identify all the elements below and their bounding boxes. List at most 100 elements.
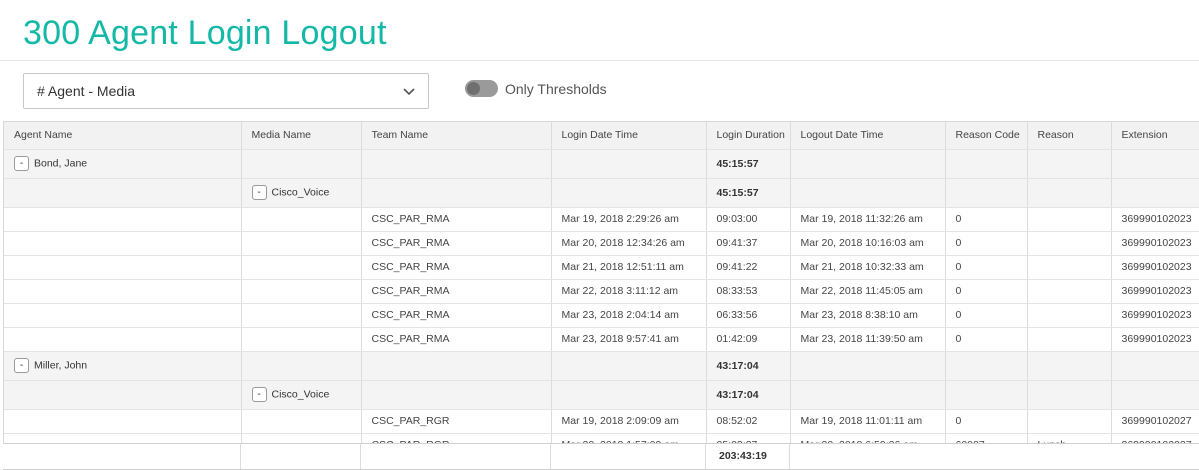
reason-code-cell: 0 [945, 327, 1028, 352]
team-name-cell: CSC_PAR_RGR [361, 409, 552, 434]
page-title: 300 Agent Login Logout [23, 14, 387, 52]
reason-cell [1027, 279, 1112, 304]
report-grid[interactable]: Agent Name Media Name Team Name Login Date … [3, 121, 1199, 470]
reason-cell [1027, 207, 1112, 232]
table-cell [361, 178, 552, 208]
column-header[interactable]: Login Duration [706, 122, 791, 150]
table-cell [4, 380, 242, 410]
login-time-cell: Mar 23, 2018 2:04:14 am [551, 303, 707, 328]
column-header[interactable]: Logout Date Time [790, 122, 946, 150]
table-cell [4, 255, 242, 280]
table-cell [551, 149, 707, 179]
login-duration-cell: 09:41:37 [706, 231, 791, 256]
table-cell [241, 327, 362, 352]
extension-cell: 369990102027 [1111, 409, 1199, 434]
media-group-row[interactable]: - Cisco_Voice 43:17:04 [4, 380, 1199, 410]
reason-code-cell: 0 [945, 255, 1028, 280]
table-cell [4, 303, 242, 328]
footer-cell [241, 444, 361, 469]
reason-cell [1027, 231, 1112, 256]
login-time-cell: Mar 23, 2018 9:57:41 am [551, 327, 707, 352]
table-cell [1027, 351, 1112, 381]
agent-group-row[interactable]: - Bond, Jane 45:15:57 [4, 149, 1199, 179]
minus-icon[interactable]: - [14, 156, 29, 171]
table-row[interactable]: CSC_PAR_RMA Mar 20, 2018 12:34:26 am 09:41… [4, 231, 1199, 256]
column-header[interactable]: Agent Name [4, 122, 242, 150]
agent-group-row[interactable]: - Miller, John 43:17:04 [4, 351, 1199, 381]
logout-time-cell: Mar 19, 2018 11:01:11 am [790, 409, 946, 434]
table-cell [945, 178, 1028, 208]
team-name-cell: CSC_PAR_RMA [361, 303, 552, 328]
column-header[interactable]: Extension [1111, 122, 1199, 150]
table-cell [551, 380, 707, 410]
table-cell [241, 231, 362, 256]
extension-cell: 369990102023 [1111, 231, 1199, 256]
footer-cell [3, 444, 241, 469]
reason-code-cell: 0 [945, 279, 1028, 304]
logout-time-cell: Mar 22, 2018 11:45:05 am [790, 279, 946, 304]
group-duration-cell: 43:17:04 [706, 380, 791, 410]
table-row[interactable]: CSC_PAR_RMA Mar 21, 2018 12:51:11 am 09:41… [4, 255, 1199, 280]
column-header[interactable]: Team Name [361, 122, 552, 150]
table-cell [4, 231, 242, 256]
extension-cell: 369990102023 [1111, 327, 1199, 352]
agent-name: Bond, Jane [34, 157, 88, 170]
thresholds-toggle-group: Only Thresholds [465, 80, 607, 97]
table-cell [4, 178, 242, 208]
media-group-row[interactable]: - Cisco_Voice 45:15:57 [4, 178, 1199, 208]
minus-icon[interactable]: - [251, 387, 267, 402]
group-duration-cell: 45:15:57 [706, 178, 791, 208]
login-time-cell: Mar 19, 2018 2:09:09 am [551, 409, 707, 434]
extension-cell: 369990102023 [1111, 303, 1199, 328]
table-cell [1111, 149, 1199, 179]
table-header-row: Agent Name Media Name Team Name Login Date … [4, 122, 1199, 150]
table-cell [790, 178, 946, 208]
minus-icon[interactable]: - [251, 185, 267, 200]
table-row[interactable]: CSC_PAR_RMA Mar 23, 2018 9:57:41 am 01:42:… [4, 327, 1199, 352]
logout-time-cell: Mar 23, 2018 8:38:10 am [790, 303, 946, 328]
table-row[interactable]: CSC_PAR_RMA Mar 22, 2018 3:11:12 am 08:33:… [4, 279, 1199, 304]
table-cell [945, 351, 1028, 381]
table-cell [241, 351, 362, 381]
agent-name: Miller, John [34, 359, 88, 372]
login-time-cell: Mar 21, 2018 12:51:11 am [551, 255, 707, 280]
login-duration-cell: 09:03:00 [706, 207, 791, 232]
extension-cell: 369990102023 [1111, 279, 1199, 304]
table-cell [361, 149, 552, 179]
table-cell [4, 327, 242, 352]
column-header[interactable]: Media Name [241, 122, 362, 150]
agent-name-cell: - Miller, John [4, 351, 242, 381]
grouping-dropdown[interactable]: # Agent - Media [23, 73, 429, 109]
table-cell [1111, 380, 1199, 410]
grouping-dropdown-value: # Agent - Media [37, 83, 136, 99]
reason-cell [1027, 409, 1112, 434]
reason-cell [1027, 327, 1112, 352]
team-name-cell: CSC_PAR_RMA [361, 207, 552, 232]
group-duration-cell: 45:15:57 [706, 149, 791, 179]
column-header[interactable]: Reason [1027, 122, 1112, 150]
extension-cell: 369990102023 [1111, 207, 1199, 232]
footer-cell [361, 444, 551, 469]
column-header[interactable]: Reason Code [945, 122, 1028, 150]
table-cell [551, 178, 707, 208]
minus-icon[interactable]: - [14, 358, 29, 373]
media-name: Cisco_Voice [271, 186, 330, 199]
toggle-knob [467, 82, 480, 95]
extension-cell: 369990102023 [1111, 255, 1199, 280]
table-cell [945, 149, 1028, 179]
team-name-cell: CSC_PAR_RMA [361, 327, 552, 352]
table-row[interactable]: CSC_PAR_RMA Mar 23, 2018 2:04:14 am 06:33:… [4, 303, 1199, 328]
column-header[interactable]: Login Date Time [551, 122, 707, 150]
table-row[interactable]: CSC_PAR_RMA Mar 19, 2018 2:29:26 am 09:03:… [4, 207, 1199, 232]
team-name-cell: CSC_PAR_RMA [361, 279, 552, 304]
login-duration-cell: 09:41:22 [706, 255, 791, 280]
team-name-cell: CSC_PAR_RMA [361, 255, 552, 280]
thresholds-toggle[interactable] [465, 80, 498, 97]
grid-footer: 203:43:19 [3, 443, 1199, 470]
media-name-cell: - Cisco_Voice [241, 380, 362, 410]
login-duration-cell: 06:33:56 [706, 303, 791, 328]
table-cell [361, 380, 552, 410]
table-row[interactable]: CSC_PAR_RGR Mar 19, 2018 2:09:09 am 08:52:… [4, 409, 1199, 434]
table-cell [945, 380, 1028, 410]
team-name-cell: CSC_PAR_RMA [361, 231, 552, 256]
